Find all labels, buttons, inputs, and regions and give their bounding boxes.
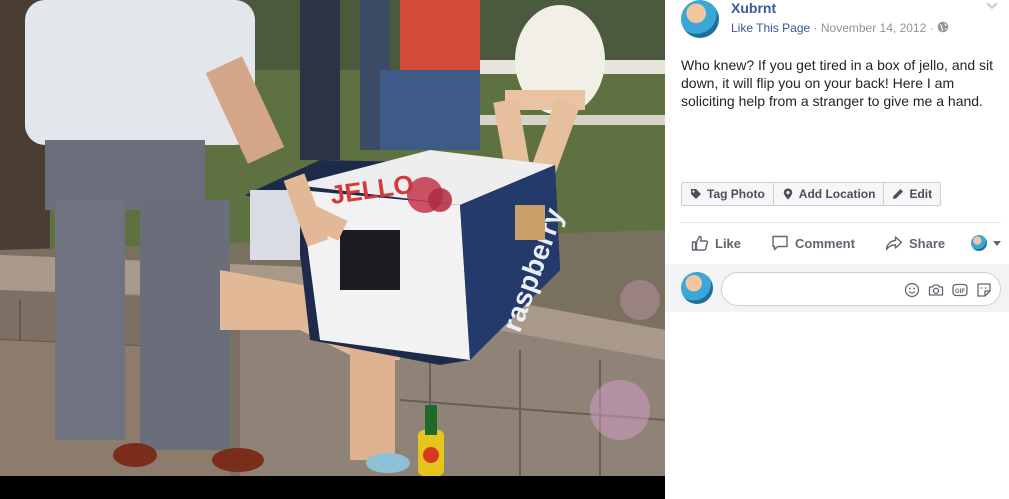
post-caption: Who knew? If you get tired in a box of j… xyxy=(681,57,994,109)
page-name[interactable]: Xubrnt xyxy=(731,0,776,16)
emoji-icon[interactable] xyxy=(904,282,920,298)
edit-label: Edit xyxy=(909,187,933,201)
add-location-button[interactable]: Add Location xyxy=(773,182,885,206)
post-as-selector[interactable] xyxy=(971,230,1001,256)
photo-viewer: JELLO raspberry xyxy=(0,0,665,499)
edit-button[interactable]: Edit xyxy=(884,182,942,206)
post-meta: Like This Page · November 14, 2012 · xyxy=(731,21,949,35)
share-label: Share xyxy=(909,235,946,251)
like-button[interactable]: Like xyxy=(691,230,741,256)
comment-box[interactable]: GIF xyxy=(721,272,1001,306)
comment-button[interactable]: Comment xyxy=(771,230,855,256)
share-button[interactable]: Share xyxy=(885,230,945,256)
comment-input[interactable] xyxy=(734,273,894,305)
post-photo[interactable]: JELLO raspberry xyxy=(0,0,665,476)
add-location-label: Add Location xyxy=(798,187,876,201)
sticker-icon[interactable] xyxy=(976,282,992,298)
tag-photo-label: Tag Photo xyxy=(707,187,765,201)
post-actions: Like Comment Share xyxy=(691,230,1003,256)
svg-text:GIF: GIF xyxy=(955,289,965,295)
post-date[interactable]: November 14, 2012 xyxy=(821,21,926,35)
like-label: Like xyxy=(715,235,742,251)
chevron-down-icon[interactable] xyxy=(985,0,999,10)
photo-tag-bar: Tag Photo Add Location Edit xyxy=(681,182,942,206)
photo-illustration: JELLO raspberry xyxy=(0,0,665,476)
comment-label: Comment xyxy=(795,235,855,251)
commenter-avatar xyxy=(681,272,713,304)
profile-avatar-small xyxy=(971,235,987,251)
tag-photo-button[interactable]: Tag Photo xyxy=(681,182,774,206)
comment-composer: GIF xyxy=(665,264,1009,312)
location-pin-icon xyxy=(783,188,792,200)
share-arrow-icon xyxy=(885,236,903,251)
divider xyxy=(681,222,1001,223)
comment-tools: GIF xyxy=(904,282,992,298)
like-page-link[interactable]: Like This Page xyxy=(731,21,810,35)
pencil-icon xyxy=(893,189,904,199)
camera-icon[interactable] xyxy=(928,282,944,298)
globe-icon[interactable] xyxy=(937,21,949,33)
thumbs-up-icon xyxy=(691,235,709,251)
post-header: Xubrnt Like This Page · November 14, 201… xyxy=(681,0,1001,40)
meta-separator: · xyxy=(813,21,818,35)
meta-separator-2: · xyxy=(929,21,934,35)
post-sidebar: Xubrnt Like This Page · November 14, 201… xyxy=(665,0,1009,499)
caret-down-icon xyxy=(993,240,1001,246)
comment-bubble-icon xyxy=(772,235,788,251)
tag-icon xyxy=(691,189,701,199)
page-avatar[interactable] xyxy=(681,0,719,38)
gif-icon[interactable]: GIF xyxy=(952,282,968,298)
